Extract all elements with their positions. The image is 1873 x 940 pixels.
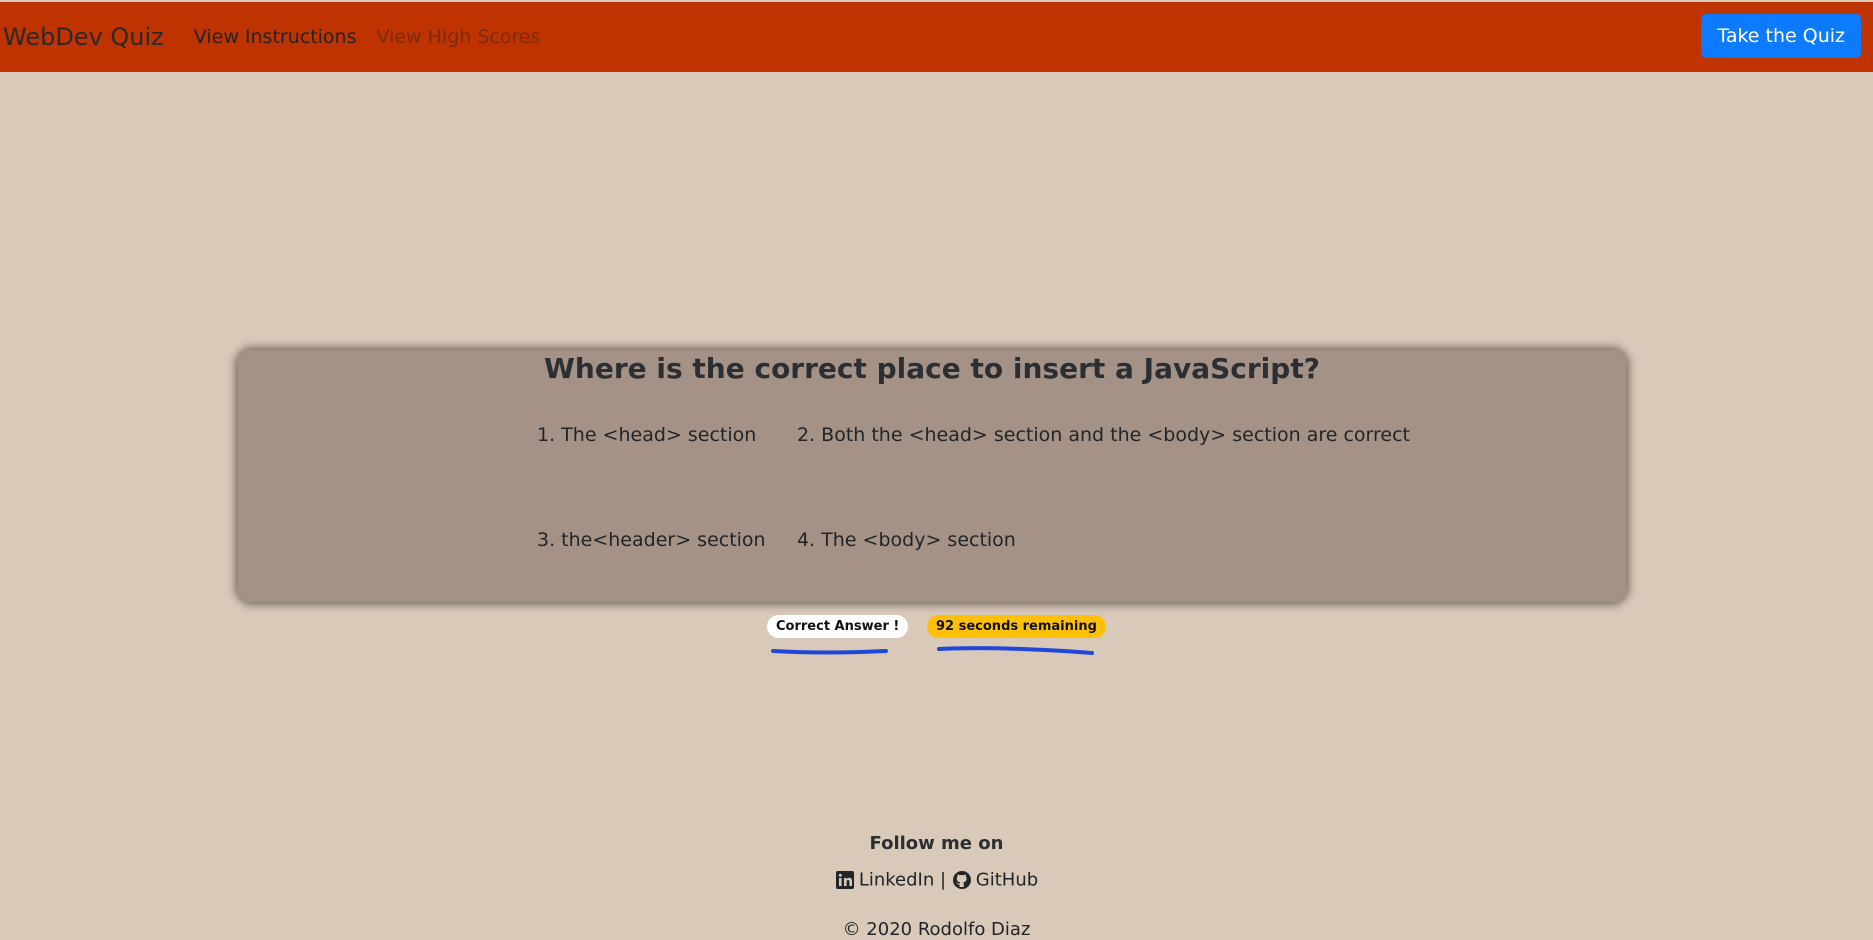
navbar: WebDev Quiz View Instructions View High … (0, 2, 1873, 72)
social-links: LinkedIn | GitHub (0, 869, 1873, 891)
take-quiz-button[interactable]: Take the Quiz (1701, 14, 1861, 58)
quiz-card: Where is the correct place to insert a J… (238, 350, 1626, 602)
timer-underline-annotation (937, 646, 1094, 655)
choice-4[interactable]: 4. The <body> section (797, 529, 1016, 551)
copyright-text: © 2020 Rodolfo Diaz (842, 919, 1031, 940)
brand-logo[interactable]: WebDev Quiz (3, 23, 164, 51)
linkedin-label: LinkedIn (858, 869, 935, 891)
github-link[interactable]: GitHub (952, 869, 1039, 891)
question-text: Where is the correct place to insert a J… (544, 352, 1320, 385)
choice-3[interactable]: 3. the<header> section (537, 529, 766, 551)
feedback-underline-annotation (771, 649, 888, 655)
links-separator: | (939, 869, 947, 891)
feedback-badge: Correct Answer ! (767, 615, 909, 638)
linkedin-icon (835, 871, 854, 890)
github-label: GitHub (975, 869, 1039, 891)
linkedin-link[interactable]: LinkedIn (835, 869, 940, 891)
nav-view-instructions[interactable]: View Instructions (194, 26, 357, 48)
choice-1[interactable]: 1. The <head> section (537, 424, 756, 446)
github-icon (952, 871, 971, 890)
follow-heading: Follow me on (869, 833, 1004, 854)
choice-2[interactable]: 2. Both the <head> section and the <body… (797, 424, 1410, 446)
timer-badge: 92 seconds remaining (927, 615, 1106, 638)
nav-view-high-scores[interactable]: View High Scores (377, 26, 541, 48)
